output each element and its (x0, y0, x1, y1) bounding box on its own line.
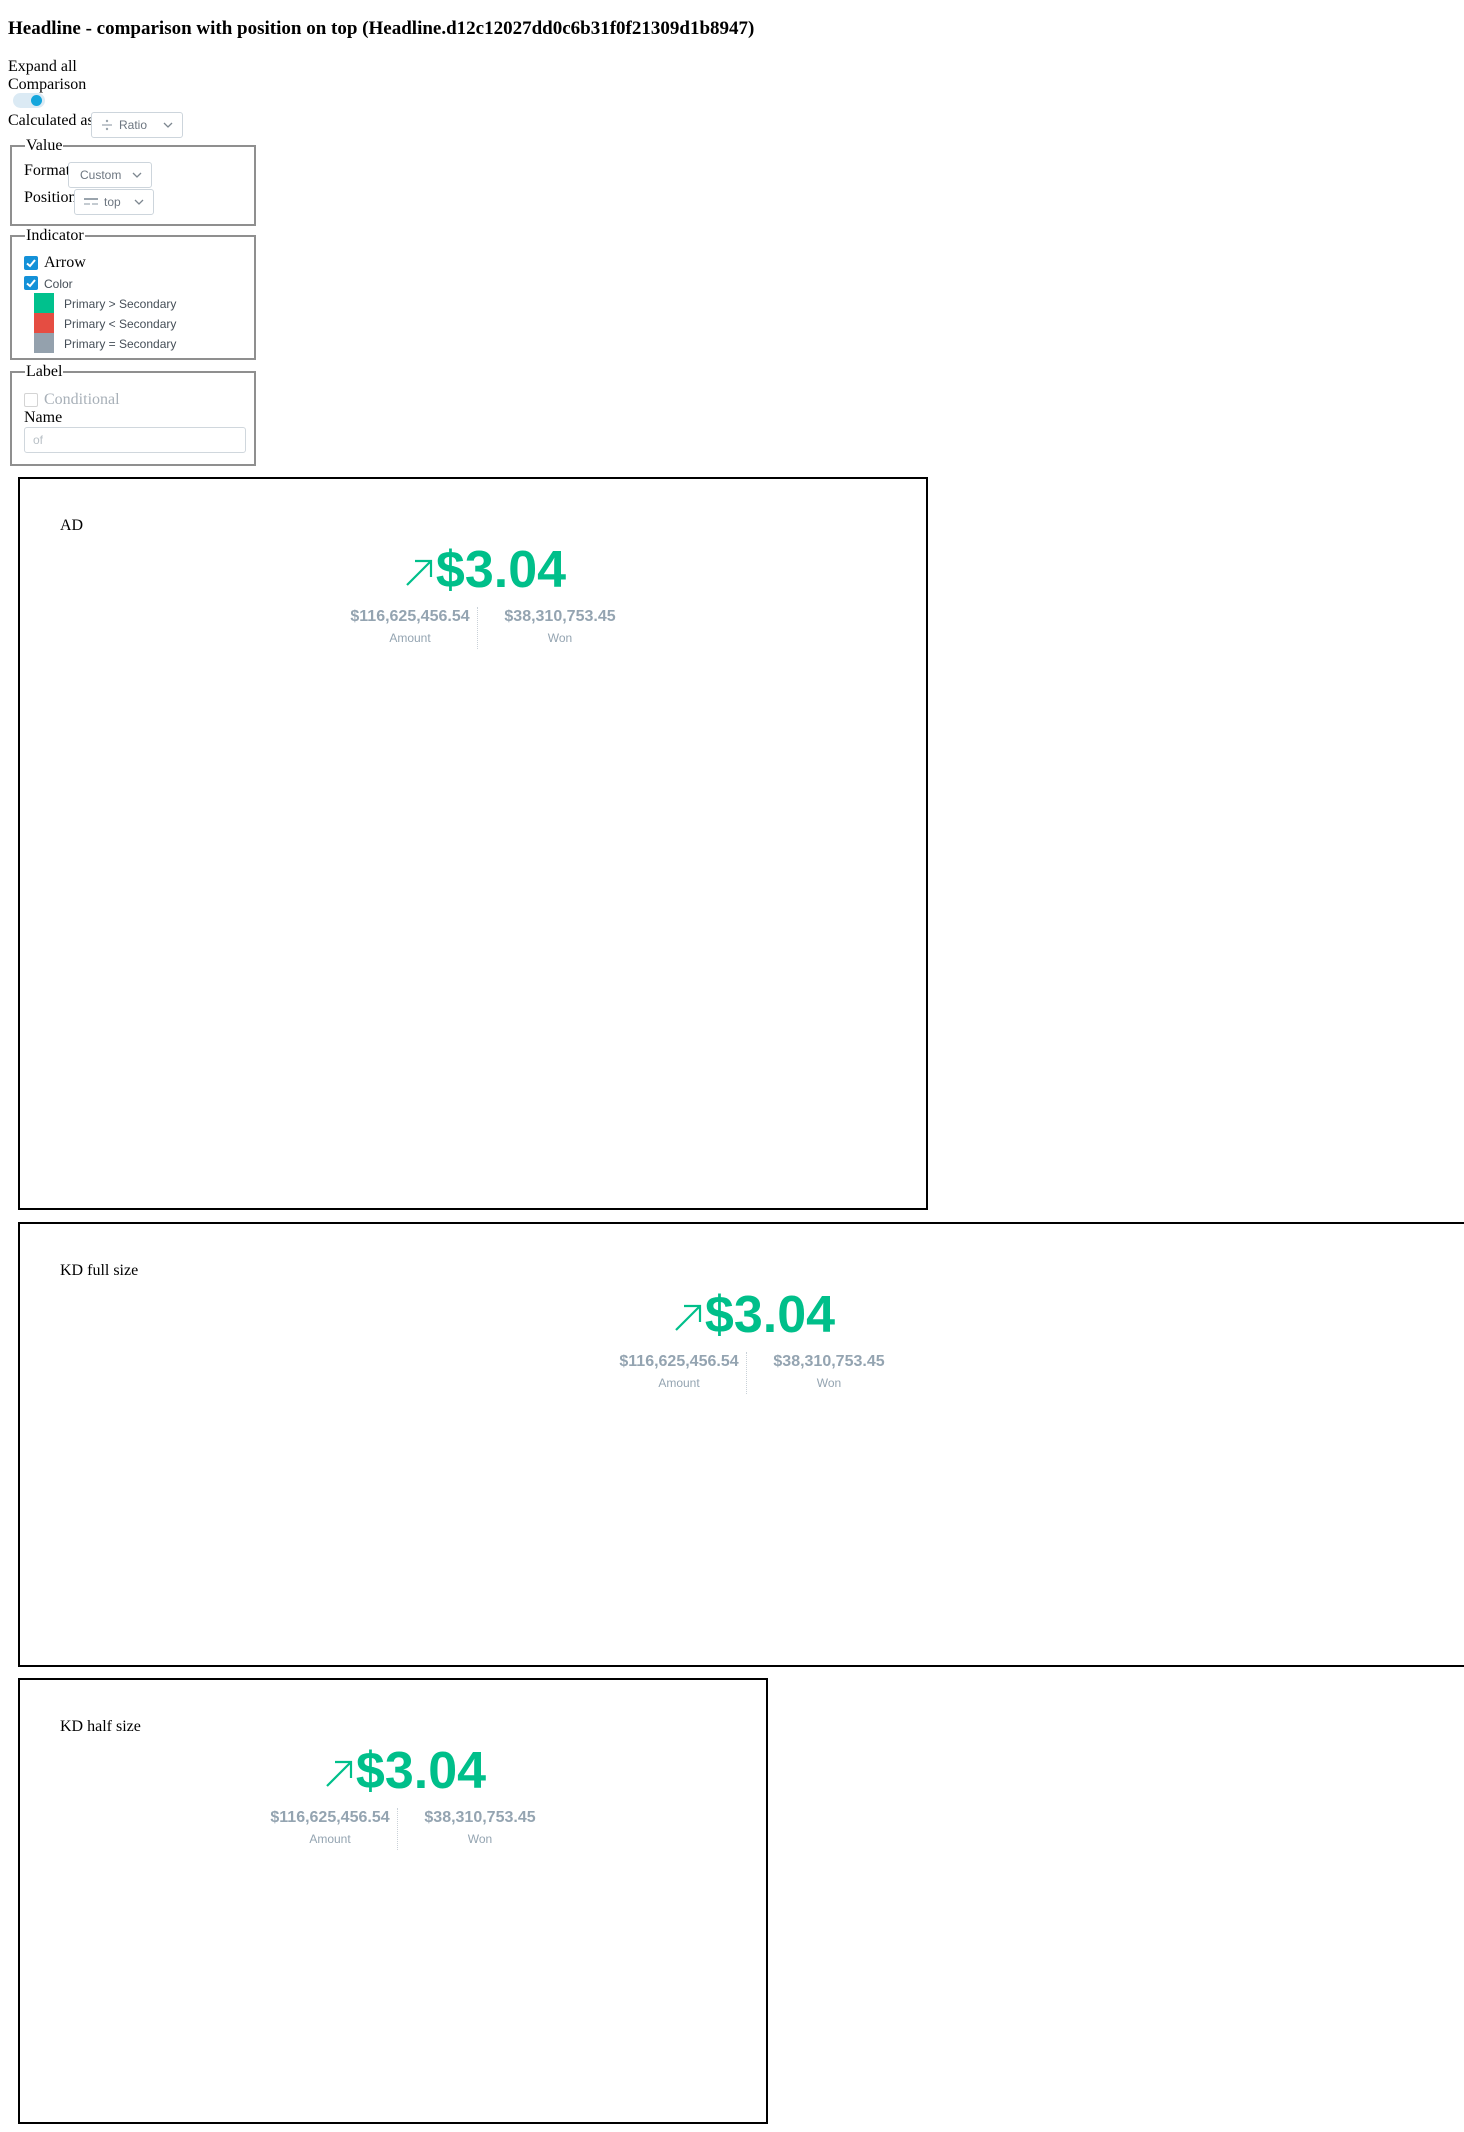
calculated-as-value: Ratio (119, 118, 148, 132)
value-group-legend: Value (26, 137, 63, 154)
format-dropdown[interactable]: Custom (68, 162, 152, 188)
arrow-label: Arrow (44, 254, 86, 271)
divide-icon (101, 119, 113, 131)
secondary-item-1: $116,625,456.54 Amount (255, 1808, 405, 1846)
format-value: Custom (80, 168, 122, 182)
indicator-group-legend: Indicator (26, 227, 84, 244)
conditional-checkbox[interactable] (24, 393, 38, 407)
position-dropdown[interactable]: top (74, 189, 154, 215)
secondary-value: $38,310,753.45 (424, 1809, 536, 1826)
headline-panel-kd-full: KD full size $3.04 $116,625,456.54 Amoun… (18, 1222, 1464, 1667)
position-label: Position (24, 189, 77, 206)
secondary-value: $38,310,753.45 (773, 1353, 885, 1370)
color-swatch-equal[interactable] (34, 333, 54, 353)
headline-primary: $3.04 (604, 1286, 904, 1344)
secondary-item-1: $116,625,456.54 Amount (604, 1352, 754, 1390)
secondary-value: $116,625,456.54 (270, 1809, 390, 1826)
secondary-divider (477, 607, 478, 649)
secondary-value: $116,625,456.54 (350, 608, 470, 625)
arrow-up-right-icon (673, 1303, 703, 1338)
secondary-item-2: $38,310,753.45 Won (754, 1352, 904, 1390)
name-label: Name (24, 409, 63, 426)
comparison-label: Comparison (8, 76, 87, 93)
label-group-legend: Label (26, 363, 63, 380)
arrow-checkbox[interactable] (24, 256, 38, 270)
secondary-label: Won (816, 1376, 842, 1390)
color-label-equal: Primary = Secondary (64, 337, 177, 351)
panel-title: KD full size (60, 1262, 139, 1279)
color-label: Color (44, 277, 73, 291)
secondary-label: Amount (309, 1832, 351, 1846)
secondary-value: $116,625,456.54 (619, 1353, 739, 1370)
headline-primary: $3.04 (255, 1742, 555, 1800)
toggle-knob (31, 95, 42, 106)
calculated-as-dropdown[interactable]: Ratio (91, 112, 183, 138)
headline-panel-kd-half: KD half size $3.04 $116,625,456.54 Amoun… (18, 1678, 768, 2124)
expand-all-link[interactable]: Expand all (8, 58, 77, 76)
chevron-down-icon (163, 120, 173, 130)
panel-title: AD (60, 517, 84, 534)
secondary-item-2: $38,310,753.45 Won (485, 607, 635, 645)
chevron-down-icon (134, 197, 144, 207)
color-checkbox[interactable] (24, 276, 38, 290)
secondary-divider (397, 1808, 398, 1850)
secondary-label: Won (547, 631, 573, 645)
primary-value: $3.04 (704, 1286, 836, 1344)
color-swatch-less[interactable] (34, 313, 54, 333)
color-label-greater: Primary > Secondary (64, 297, 177, 311)
conditional-label: Conditional (44, 391, 120, 408)
format-label: Format (24, 162, 71, 179)
headline-primary: $3.04 (335, 541, 635, 599)
primary-value: $3.04 (355, 1742, 487, 1800)
chevron-down-icon (132, 170, 142, 180)
secondary-label: Amount (389, 631, 431, 645)
page-title: Headline - comparison with position on t… (8, 18, 755, 39)
secondary-item-2: $38,310,753.45 Won (405, 1808, 555, 1846)
position-value: top (104, 195, 121, 209)
secondary-item-1: $116,625,456.54 Amount (335, 607, 485, 645)
panel-title: KD half size (60, 1718, 141, 1735)
secondary-label: Won (467, 1832, 493, 1846)
comparison-toggle[interactable] (13, 93, 45, 108)
secondary-value: $38,310,753.45 (504, 608, 616, 625)
name-input[interactable] (24, 427, 246, 453)
calculated-as-label: Calculated as (8, 112, 94, 129)
color-swatch-greater[interactable] (34, 293, 54, 313)
primary-value: $3.04 (435, 541, 567, 599)
headline-panel-ad: AD $3.04 $116,625,456.54 Amount $38,310,… (18, 477, 928, 1210)
arrow-up-right-icon (324, 1759, 354, 1794)
secondary-label: Amount (658, 1376, 700, 1390)
position-top-icon (84, 197, 98, 207)
color-label-less: Primary < Secondary (64, 317, 177, 331)
arrow-up-right-icon (404, 558, 434, 593)
secondary-divider (746, 1352, 747, 1394)
